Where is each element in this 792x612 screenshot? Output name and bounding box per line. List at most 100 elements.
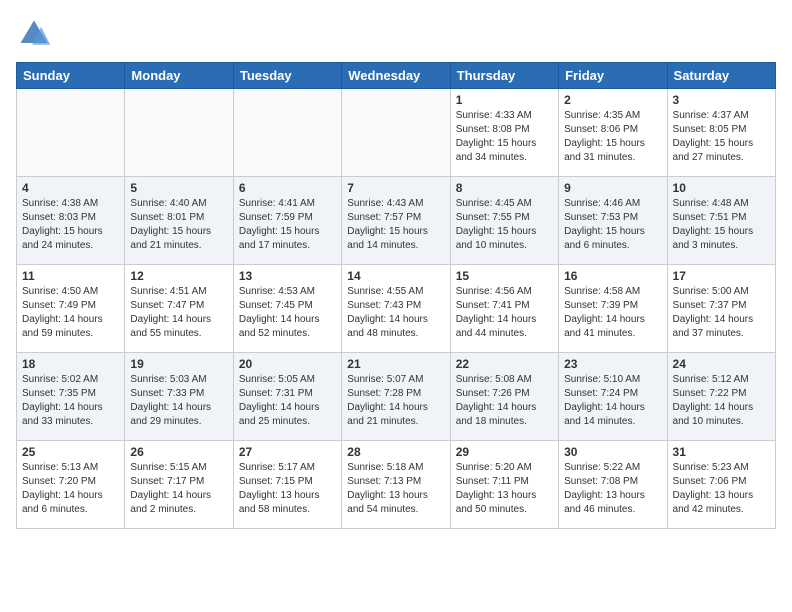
calendar-cell: 13 Sunrise: 4:53 AM Sunset: 7:45 PM Dayli… (233, 265, 341, 353)
calendar-cell: 21 Sunrise: 5:07 AM Sunset: 7:28 PM Dayli… (342, 353, 450, 441)
day-info: Sunrise: 5:12 AM Sunset: 7:22 PM Dayligh… (673, 373, 770, 429)
calendar-table: SundayMondayTuesdayWednesdayThursdayFrid… (16, 62, 776, 529)
day-info: Sunrise: 5:08 AM Sunset: 7:26 PM Dayligh… (456, 373, 553, 429)
calendar-cell: 11 Sunrise: 4:50 AM Sunset: 7:49 PM Dayli… (17, 265, 125, 353)
week-row-2: 4 Sunrise: 4:38 AM Sunset: 8:03 PM Daylig… (17, 177, 776, 265)
day-info: Sunrise: 5:10 AM Sunset: 7:24 PM Dayligh… (564, 373, 661, 429)
day-number: 14 (347, 269, 444, 283)
day-number: 23 (564, 357, 661, 371)
day-number: 28 (347, 445, 444, 459)
calendar-cell: 12 Sunrise: 4:51 AM Sunset: 7:47 PM Dayli… (125, 265, 233, 353)
day-info: Sunrise: 5:02 AM Sunset: 7:35 PM Dayligh… (22, 373, 119, 429)
day-info: Sunrise: 4:53 AM Sunset: 7:45 PM Dayligh… (239, 285, 336, 341)
day-info: Sunrise: 5:05 AM Sunset: 7:31 PM Dayligh… (239, 373, 336, 429)
day-info: Sunrise: 4:33 AM Sunset: 8:08 PM Dayligh… (456, 109, 553, 165)
day-number: 19 (130, 357, 227, 371)
calendar-cell: 26 Sunrise: 5:15 AM Sunset: 7:17 PM Dayli… (125, 441, 233, 529)
calendar-cell: 22 Sunrise: 5:08 AM Sunset: 7:26 PM Dayli… (450, 353, 558, 441)
calendar-cell (342, 89, 450, 177)
day-info: Sunrise: 4:48 AM Sunset: 7:51 PM Dayligh… (673, 197, 770, 253)
day-info: Sunrise: 5:22 AM Sunset: 7:08 PM Dayligh… (564, 461, 661, 517)
weekday-monday: Monday (125, 63, 233, 89)
calendar-cell: 25 Sunrise: 5:13 AM Sunset: 7:20 PM Dayli… (17, 441, 125, 529)
weekday-friday: Friday (559, 63, 667, 89)
weekday-sunday: Sunday (17, 63, 125, 89)
day-info: Sunrise: 4:41 AM Sunset: 7:59 PM Dayligh… (239, 197, 336, 253)
day-number: 26 (130, 445, 227, 459)
day-number: 8 (456, 181, 553, 195)
day-number: 29 (456, 445, 553, 459)
day-number: 25 (22, 445, 119, 459)
calendar-cell: 29 Sunrise: 5:20 AM Sunset: 7:11 PM Dayli… (450, 441, 558, 529)
day-number: 4 (22, 181, 119, 195)
day-number: 30 (564, 445, 661, 459)
header (16, 16, 776, 52)
day-info: Sunrise: 4:56 AM Sunset: 7:41 PM Dayligh… (456, 285, 553, 341)
day-number: 3 (673, 93, 770, 107)
day-info: Sunrise: 5:17 AM Sunset: 7:15 PM Dayligh… (239, 461, 336, 517)
day-number: 2 (564, 93, 661, 107)
weekday-saturday: Saturday (667, 63, 775, 89)
day-number: 21 (347, 357, 444, 371)
day-number: 31 (673, 445, 770, 459)
calendar-cell: 19Sunrise: 5:03 AM Sunset: 7:33 PM Dayli… (125, 353, 233, 441)
calendar-cell: 6Sunrise: 4:41 AM Sunset: 7:59 PM Daylig… (233, 177, 341, 265)
day-info: Sunrise: 4:46 AM Sunset: 7:53 PM Dayligh… (564, 197, 661, 253)
day-info: Sunrise: 5:20 AM Sunset: 7:11 PM Dayligh… (456, 461, 553, 517)
calendar-cell: 31 Sunrise: 5:23 AM Sunset: 7:06 PM Dayli… (667, 441, 775, 529)
day-number: 9 (564, 181, 661, 195)
day-info: Sunrise: 5:00 AM Sunset: 7:37 PM Dayligh… (673, 285, 770, 341)
calendar-cell: 23 Sunrise: 5:10 AM Sunset: 7:24 PM Dayli… (559, 353, 667, 441)
week-row-1: 1 Sunrise: 4:33 AM Sunset: 8:08 PM Daylig… (17, 89, 776, 177)
day-number: 1 (456, 93, 553, 107)
day-info: Sunrise: 4:50 AM Sunset: 7:49 PM Dayligh… (22, 285, 119, 341)
day-info: Sunrise: 4:45 AM Sunset: 7:55 PM Dayligh… (456, 197, 553, 253)
calendar-cell (125, 89, 233, 177)
calendar-cell: 4 Sunrise: 4:38 AM Sunset: 8:03 PM Daylig… (17, 177, 125, 265)
calendar-cell: 1 Sunrise: 4:33 AM Sunset: 8:08 PM Daylig… (450, 89, 558, 177)
day-info: Sunrise: 4:58 AM Sunset: 7:39 PM Dayligh… (564, 285, 661, 341)
calendar-cell: 28 Sunrise: 5:18 AM Sunset: 7:13 PM Dayli… (342, 441, 450, 529)
calendar-cell: 15 Sunrise: 4:56 AM Sunset: 7:41 PM Dayli… (450, 265, 558, 353)
week-row-5: 25 Sunrise: 5:13 AM Sunset: 7:20 PM Dayli… (17, 441, 776, 529)
day-number: 16 (564, 269, 661, 283)
week-row-4: 18 Sunrise: 5:02 AM Sunset: 7:35 PM Dayli… (17, 353, 776, 441)
calendar-cell: 24Sunrise: 5:12 AM Sunset: 7:22 PM Dayli… (667, 353, 775, 441)
day-number: 11 (22, 269, 119, 283)
calendar-cell: 8 Sunrise: 4:45 AM Sunset: 7:55 PM Daylig… (450, 177, 558, 265)
day-number: 17 (673, 269, 770, 283)
day-number: 13 (239, 269, 336, 283)
calendar-cell: 20Sunrise: 5:05 AM Sunset: 7:31 PM Dayli… (233, 353, 341, 441)
day-info: Sunrise: 4:40 AM Sunset: 8:01 PM Dayligh… (130, 197, 227, 253)
day-info: Sunrise: 4:43 AM Sunset: 7:57 PM Dayligh… (347, 197, 444, 253)
day-number: 22 (456, 357, 553, 371)
calendar-cell: 2 Sunrise: 4:35 AM Sunset: 8:06 PM Daylig… (559, 89, 667, 177)
day-info: Sunrise: 5:13 AM Sunset: 7:20 PM Dayligh… (22, 461, 119, 517)
calendar-cell: 17 Sunrise: 5:00 AM Sunset: 7:37 PM Dayli… (667, 265, 775, 353)
page: SundayMondayTuesdayWednesdayThursdayFrid… (0, 0, 792, 612)
day-number: 7 (347, 181, 444, 195)
weekday-header-row: SundayMondayTuesdayWednesdayThursdayFrid… (17, 63, 776, 89)
day-number: 15 (456, 269, 553, 283)
day-info: Sunrise: 5:18 AM Sunset: 7:13 PM Dayligh… (347, 461, 444, 517)
day-info: Sunrise: 5:07 AM Sunset: 7:28 PM Dayligh… (347, 373, 444, 429)
calendar-cell: 3Sunrise: 4:37 AM Sunset: 8:05 PM Daylig… (667, 89, 775, 177)
day-number: 5 (130, 181, 227, 195)
day-info: Sunrise: 4:51 AM Sunset: 7:47 PM Dayligh… (130, 285, 227, 341)
calendar-cell: 7 Sunrise: 4:43 AM Sunset: 7:57 PM Daylig… (342, 177, 450, 265)
day-number: 10 (673, 181, 770, 195)
day-info: Sunrise: 5:15 AM Sunset: 7:17 PM Dayligh… (130, 461, 227, 517)
calendar-cell: 9 Sunrise: 4:46 AM Sunset: 7:53 PM Daylig… (559, 177, 667, 265)
weekday-thursday: Thursday (450, 63, 558, 89)
calendar-cell: 5 Sunrise: 4:40 AM Sunset: 8:01 PM Daylig… (125, 177, 233, 265)
calendar-cell: 27Sunrise: 5:17 AM Sunset: 7:15 PM Dayli… (233, 441, 341, 529)
day-info: Sunrise: 5:23 AM Sunset: 7:06 PM Dayligh… (673, 461, 770, 517)
day-number: 18 (22, 357, 119, 371)
day-number: 12 (130, 269, 227, 283)
weekday-tuesday: Tuesday (233, 63, 341, 89)
day-info: Sunrise: 4:38 AM Sunset: 8:03 PM Dayligh… (22, 197, 119, 253)
logo-icon (16, 16, 52, 52)
day-info: Sunrise: 4:35 AM Sunset: 8:06 PM Dayligh… (564, 109, 661, 165)
calendar-cell (17, 89, 125, 177)
calendar-cell: 14Sunrise: 4:55 AM Sunset: 7:43 PM Dayli… (342, 265, 450, 353)
